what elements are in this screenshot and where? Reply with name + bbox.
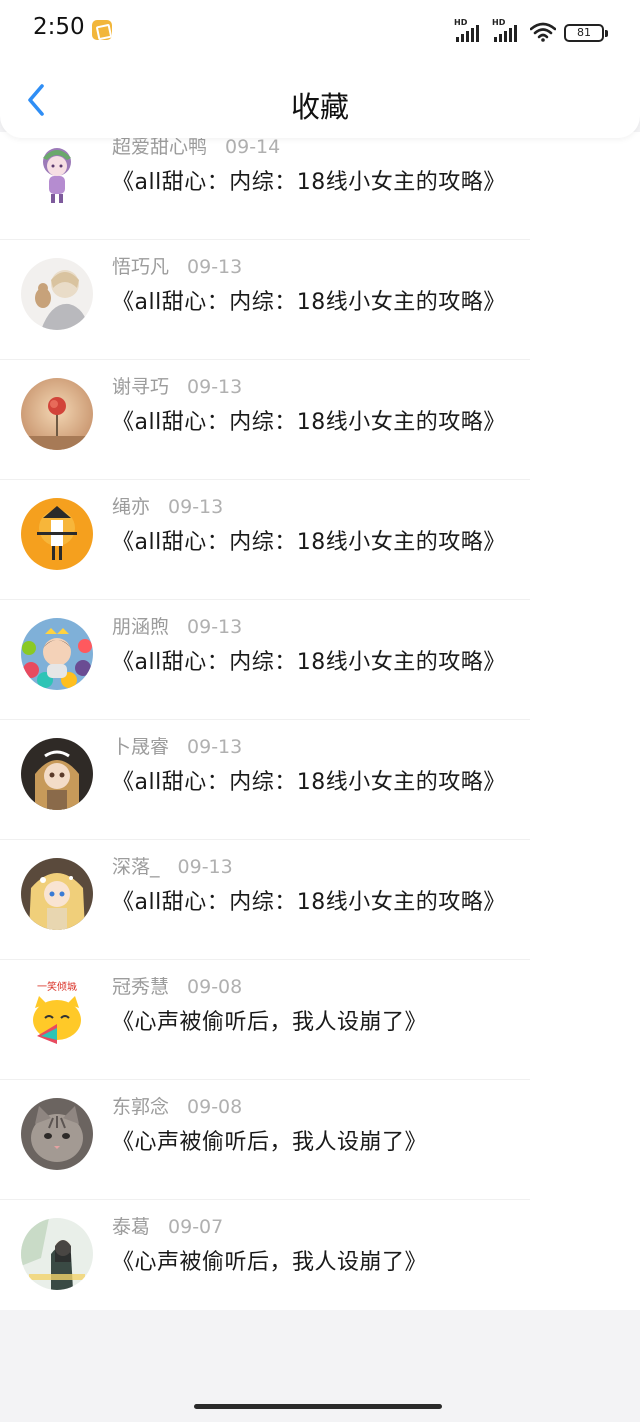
favorites-list: 超爱甜心鸭 09-14 《all甜心：内综：18线小女主的攻略》 悟巧凡 09-13 xyxy=(0,132,640,1310)
user-name: 悟巧凡 xyxy=(112,256,170,278)
book-title: 《all甜心：内综：18线小女主的攻略》 xyxy=(112,290,506,315)
favorite-date: 09-13 xyxy=(187,736,243,758)
user-name: 深落_ xyxy=(112,856,160,878)
favorite-date: 09-08 xyxy=(187,1096,243,1118)
status-time: 2:50 xyxy=(33,14,85,40)
notification-icon xyxy=(92,20,112,40)
favorite-item[interactable]: 绳亦 09-13 《all甜心：内综：18线小女主的攻略》 xyxy=(0,480,640,600)
user-name: 卜晟睿 xyxy=(112,736,170,758)
favorite-item[interactable]: 悟巧凡 09-13 《all甜心：内综：18线小女主的攻略》 xyxy=(0,240,640,360)
user-name: 冠秀慧 xyxy=(112,976,170,998)
home-indicator[interactable] xyxy=(194,1404,442,1409)
avatar[interactable] xyxy=(21,498,93,570)
avatar[interactable] xyxy=(21,738,93,810)
user-name: 泰葛 xyxy=(112,1216,151,1238)
favorite-date: 09-07 xyxy=(168,1216,224,1238)
avatar[interactable] xyxy=(21,378,93,450)
avatar[interactable] xyxy=(21,258,93,330)
book-title: 《心声被偷听后，我人设崩了》 xyxy=(112,1010,428,1035)
book-title: 《all甜心：内综：18线小女主的攻略》 xyxy=(112,530,506,555)
avatar[interactable]: 一笑倾城 xyxy=(21,978,93,1050)
avatar[interactable] xyxy=(21,858,93,930)
favorite-item[interactable]: 泰葛 09-07 《心声被偷听后，我人设崩了》 xyxy=(0,1200,640,1310)
user-name: 东郭念 xyxy=(112,1096,170,1118)
favorite-date: 09-08 xyxy=(187,976,243,998)
phone-screen: 2:50 HD HD 81 收藏 超爱甜心鸭 09-14 《all甜心：内综：1… xyxy=(0,0,640,1422)
user-name: 绳亦 xyxy=(112,496,151,518)
avatar[interactable] xyxy=(21,618,93,690)
wifi-icon xyxy=(530,22,556,42)
avatar-text: 一笑倾城 xyxy=(37,980,77,993)
favorite-date: 09-13 xyxy=(187,616,243,638)
favorite-item[interactable]: 深落_ 09-13 《all甜心：内综：18线小女主的攻略》 xyxy=(0,840,640,960)
favorite-date: 09-13 xyxy=(177,856,233,878)
book-title: 《all甜心：内综：18线小女主的攻略》 xyxy=(112,890,506,915)
page-title: 收藏 xyxy=(290,90,349,124)
signal-icon-2: HD xyxy=(492,18,522,42)
avatar[interactable] xyxy=(21,1098,93,1170)
status-indicators: HD HD 81 xyxy=(454,18,608,42)
status-bar: 2:50 HD HD 81 xyxy=(0,0,640,60)
book-title: 《all甜心：内综：18线小女主的攻略》 xyxy=(112,410,506,435)
signal-icon: HD xyxy=(454,18,484,42)
favorite-date: 09-14 xyxy=(225,136,281,158)
book-title: 《心声被偷听后，我人设崩了》 xyxy=(112,1130,428,1155)
battery-icon: 81 xyxy=(564,24,608,42)
favorite-date: 09-13 xyxy=(187,376,243,398)
user-name: 朋涵煦 xyxy=(112,616,170,638)
book-title: 《心声被偷听后，我人设崩了》 xyxy=(112,1250,428,1275)
favorite-item[interactable]: 东郭念 09-08 《心声被偷听后，我人设崩了》 xyxy=(0,1080,640,1200)
user-name: 超爱甜心鸭 xyxy=(112,136,208,158)
avatar[interactable] xyxy=(21,1218,93,1290)
favorite-item[interactable]: 卜晟睿 09-13 《all甜心：内综：18线小女主的攻略》 xyxy=(0,720,640,840)
favorite-item[interactable]: 一笑倾城 冠秀慧 09-08 《心声被偷听后，我人设崩了》 xyxy=(0,960,640,1080)
favorite-item[interactable]: 超爱甜心鸭 09-14 《all甜心：内综：18线小女主的攻略》 xyxy=(0,132,640,240)
favorite-item[interactable]: 谢寻巧 09-13 《all甜心：内综：18线小女主的攻略》 xyxy=(0,360,640,480)
favorite-date: 09-13 xyxy=(168,496,224,518)
avatar[interactable] xyxy=(21,138,93,210)
book-title: 《all甜心：内综：18线小女主的攻略》 xyxy=(112,770,506,795)
book-title: 《all甜心：内综：18线小女主的攻略》 xyxy=(112,650,506,675)
favorite-item[interactable]: 朋涵煦 09-13 《all甜心：内综：18线小女主的攻略》 xyxy=(0,600,640,720)
user-name: 谢寻巧 xyxy=(112,376,170,398)
title-bar: 收藏 xyxy=(0,60,640,138)
book-title: 《all甜心：内综：18线小女主的攻略》 xyxy=(112,170,506,195)
favorite-date: 09-13 xyxy=(187,256,243,278)
